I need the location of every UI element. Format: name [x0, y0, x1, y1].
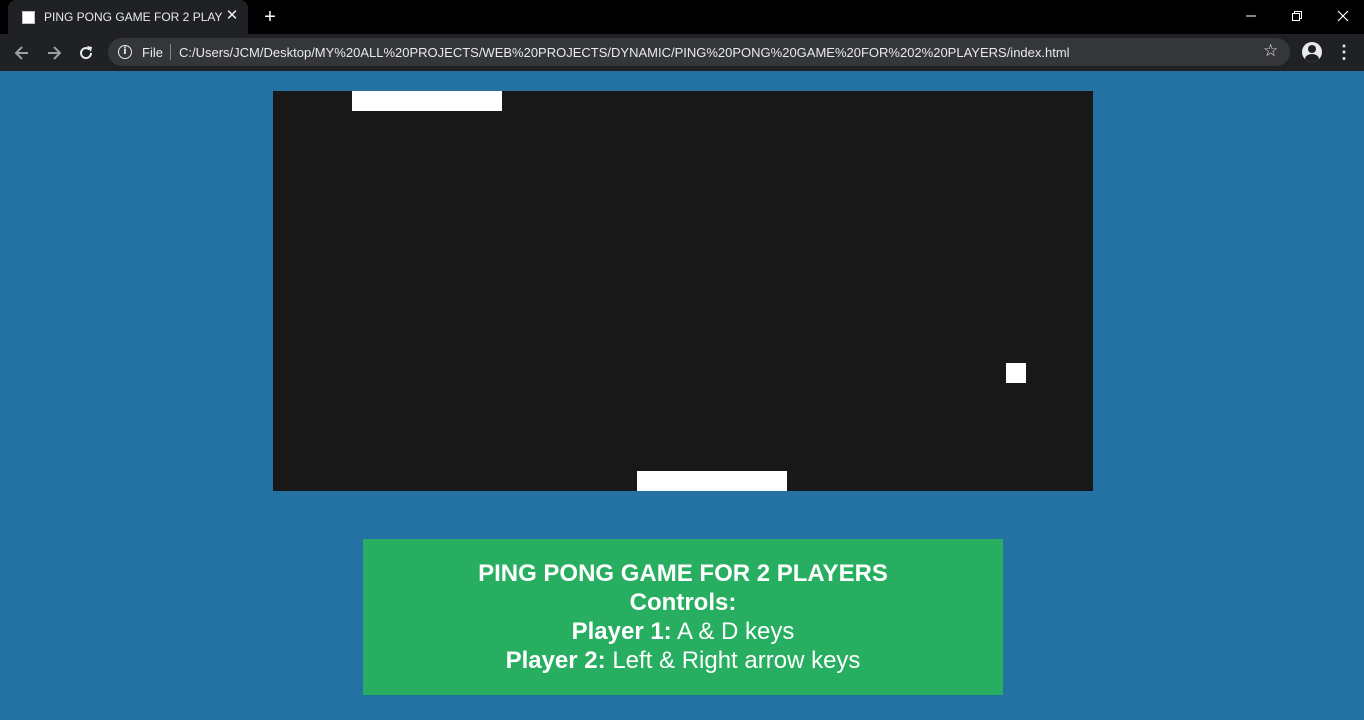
browser-titlebar: PING PONG GAME FOR 2 PLAYERS ✕ + — [0, 0, 1364, 34]
new-tab-button[interactable]: + — [258, 6, 282, 28]
player-1-paddle — [352, 91, 502, 111]
forward-arrow-icon[interactable] — [42, 41, 66, 63]
reload-icon[interactable] — [74, 41, 98, 63]
player-2-keys: Left & Right arrow keys — [612, 647, 861, 674]
close-tab-icon[interactable]: ✕ — [224, 8, 240, 24]
profile-head — [1308, 45, 1316, 53]
player-2-label: Player 2: — [505, 647, 606, 674]
star-icon[interactable]: ☆ — [1263, 41, 1278, 61]
player-1-label: Player 1: — [571, 618, 672, 645]
url-text[interactable]: C:/Users/JCM/Desktop/MY%20ALL%20PROJECTS… — [179, 45, 1070, 60]
instructions-panel: PING PONG GAME FOR 2 PLAYERS Controls: P… — [363, 539, 1003, 695]
player-2-paddle — [637, 471, 787, 491]
profile-body — [1305, 54, 1319, 62]
restore-icon[interactable] — [1274, 0, 1320, 30]
address-separator — [170, 44, 171, 60]
info-icon[interactable]: i — [118, 45, 132, 59]
ball — [1006, 363, 1026, 383]
browser-toolbar: i File C:/Users/JCM/Desktop/MY%20ALL%20P… — [0, 34, 1364, 71]
player-1-controls: Player 1: A & D keys — [363, 617, 1003, 646]
back-arrow-icon[interactable] — [10, 41, 34, 63]
player-1-keys: A & D keys — [677, 618, 795, 645]
tab-title: PING PONG GAME FOR 2 PLAYERS — [44, 10, 222, 24]
browser-tab[interactable]: PING PONG GAME FOR 2 PLAYERS ✕ — [8, 0, 248, 34]
page-favicon-icon — [22, 11, 35, 24]
controls-heading: Controls: — [629, 589, 737, 616]
minimize-icon[interactable] — [1228, 0, 1274, 30]
address-bar[interactable]: i File C:/Users/JCM/Desktop/MY%20ALL%20P… — [108, 38, 1290, 66]
player-2-controls: Player 2: Left & Right arrow keys — [363, 646, 1003, 675]
close-icon[interactable] — [1320, 0, 1364, 30]
scheme-label: File — [142, 45, 163, 60]
game-title: PING PONG GAME FOR 2 PLAYERS — [478, 560, 888, 587]
profile-icon[interactable] — [1302, 42, 1322, 62]
game-board — [273, 91, 1093, 491]
kebab-menu-icon[interactable]: ⋮ — [1334, 41, 1354, 63]
